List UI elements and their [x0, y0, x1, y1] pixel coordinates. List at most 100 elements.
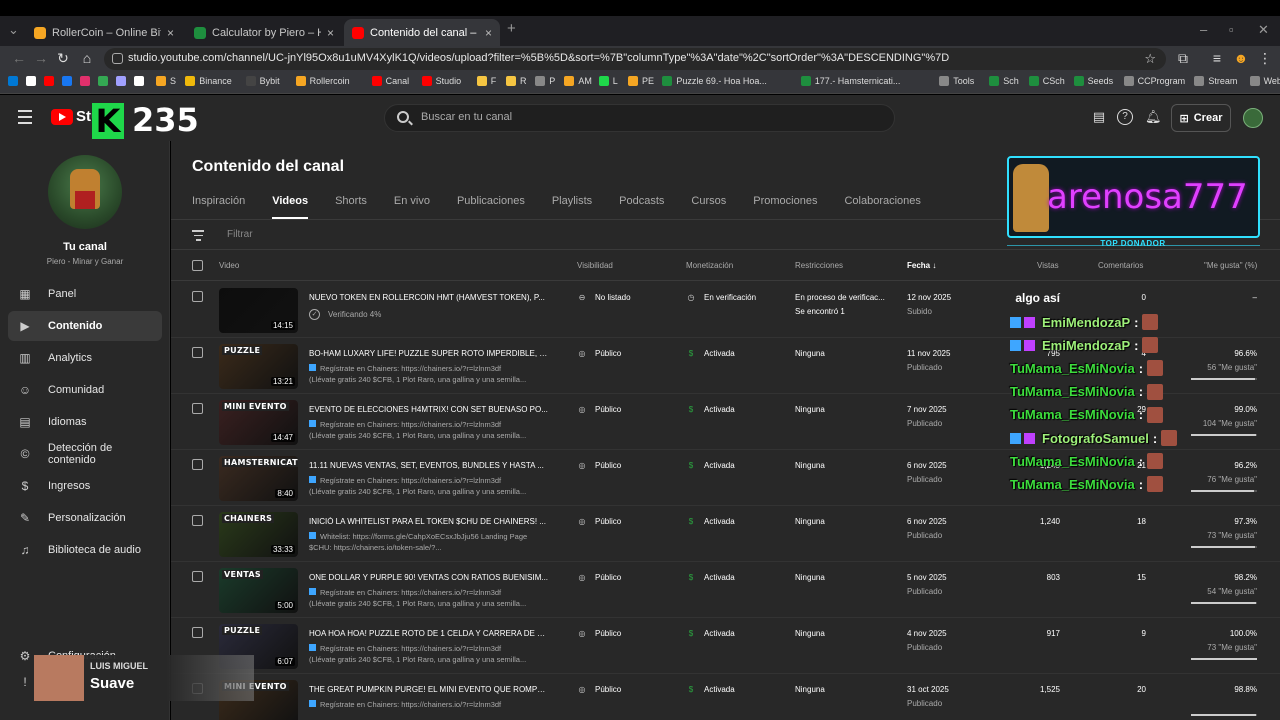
- row-checkbox[interactable]: [192, 627, 203, 638]
- sidebar-item-analytics[interactable]: ▥ Analytics: [8, 343, 162, 373]
- sidebar-item-earn[interactable]: $ Ingresos: [8, 471, 162, 501]
- column-visibility[interactable]: Visibilidad: [577, 261, 613, 270]
- tab-inspiración[interactable]: Inspiración: [192, 195, 245, 217]
- row-checkbox[interactable]: [192, 515, 203, 526]
- filter-icon[interactable]: [192, 230, 204, 244]
- video-title[interactable]: EVENTO DE ELECCIONES H4MTRIX! CON SET BU…: [309, 405, 549, 414]
- video-title[interactable]: INICIÓ LA WHITELIST PARA EL TOKEN $CHU D…: [309, 517, 549, 526]
- close-tab-icon[interactable]: ×: [167, 26, 174, 40]
- video-row[interactable]: PUZZLE 6:07 HOA HOA HOA! PUZZLE ROTO DE 1 …: [171, 618, 1280, 674]
- video-thumbnail[interactable]: VENTAS 5:00: [219, 568, 298, 613]
- search-input[interactable]: [421, 111, 861, 123]
- row-checkbox[interactable]: [192, 459, 203, 470]
- bookmark-star-icon[interactable]: ☆: [1144, 51, 1156, 67]
- bookmark-item[interactable]: F: [476, 76, 496, 86]
- tab-shorts[interactable]: Shorts: [335, 195, 367, 217]
- restrictions-detail[interactable]: Se encontró 1: [795, 307, 845, 316]
- sidebar-item-copyright[interactable]: © Detección de contenido: [8, 439, 162, 469]
- bookmark-item[interactable]: Bybit: [245, 76, 280, 86]
- bookmark-item[interactable]: Web: [1249, 76, 1280, 86]
- menu-icon[interactable]: [18, 110, 32, 128]
- bookmark-item[interactable]: Puzzle 69.- Hoa Hoa...: [662, 76, 767, 86]
- bookmark-item[interactable]: Binance: [185, 76, 232, 86]
- monetization-cell[interactable]: $ Activada: [686, 629, 735, 638]
- video-title[interactable]: NUEVO TOKEN EN ROLLERCOIN HMT (HAMVEST T…: [309, 293, 549, 302]
- monetization-cell[interactable]: $ Activada: [686, 517, 735, 526]
- bookmark-facebook-icon[interactable]: [62, 76, 76, 86]
- bookmark-youtube-icon[interactable]: [44, 76, 58, 86]
- tab-publicaciones[interactable]: Publicaciones: [457, 195, 525, 217]
- bookmark-x-icon[interactable]: [134, 76, 148, 86]
- video-thumbnail[interactable]: MINI EVENTO 14:47: [219, 400, 298, 445]
- bookmark-item[interactable]: CSch: [1028, 76, 1065, 86]
- maximize-icon[interactable]: ▫: [1229, 22, 1234, 37]
- column-views[interactable]: Vistas: [1037, 261, 1059, 270]
- bookmark-item[interactable]: Seeds: [1073, 76, 1113, 86]
- bookmark-chatgpt-icon[interactable]: [26, 76, 40, 86]
- profile-extension-icon[interactable]: ☻: [1232, 50, 1250, 66]
- browser-tab-studio[interactable]: Contenido del canal – YouTube Studio ×: [344, 19, 500, 46]
- tab-podcasts[interactable]: Podcasts: [619, 195, 664, 217]
- create-button[interactable]: ⊞ Crear: [1171, 104, 1231, 132]
- tab-colaboraciones[interactable]: Colaboraciones: [844, 195, 920, 217]
- video-row[interactable]: VENTAS 5:00 ONE DOLLAR Y PURPLE 90! VENTAS…: [171, 562, 1280, 618]
- bookmark-item[interactable]: Sch: [989, 76, 1019, 86]
- bookmark-item[interactable]: PE: [628, 76, 654, 86]
- visibility-cell[interactable]: ◎ Público: [577, 685, 622, 694]
- account-avatar[interactable]: [1243, 108, 1263, 128]
- visibility-cell[interactable]: ◎ Público: [577, 573, 622, 582]
- video-row[interactable]: CHAINERS 33:33 INICIÓ LA WHITELIST PARA EL…: [171, 506, 1280, 562]
- filter-input[interactable]: [227, 229, 627, 240]
- bookmark-item[interactable]: Rollercoin: [295, 76, 350, 86]
- bookmark-app-icon[interactable]: [116, 76, 130, 86]
- bookmark-outlook-icon[interactable]: [8, 76, 22, 86]
- close-window-icon[interactable]: ✕: [1258, 22, 1269, 38]
- tab-en-vivo[interactable]: En vivo: [394, 195, 430, 217]
- sidebar-item-dashboard[interactable]: ▦ Panel: [8, 279, 162, 309]
- row-checkbox[interactable]: [192, 403, 203, 414]
- video-thumbnail[interactable]: 14:15: [219, 288, 298, 333]
- column-restrictions[interactable]: Restricciones: [795, 261, 843, 270]
- bookmark-item[interactable]: S: [156, 76, 176, 86]
- bookmark-item[interactable]: Studio: [421, 76, 461, 86]
- video-title[interactable]: ONE DOLLAR Y PURPLE 90! VENTAS CON RATIO…: [309, 573, 549, 582]
- site-info-icon[interactable]: [112, 53, 123, 64]
- tab-cursos[interactable]: Cursos: [691, 195, 726, 217]
- bookmark-item[interactable]: AM: [564, 76, 592, 86]
- visibility-cell[interactable]: ◎ Público: [577, 517, 622, 526]
- url-input[interactable]: studio.youtube.com/channel/UC-jnYl95Ox8u…: [104, 48, 1166, 70]
- sidebar-item-content[interactable]: ▶ Contenido: [8, 311, 162, 341]
- video-thumbnail[interactable]: PUZZLE 13:21: [219, 344, 298, 389]
- media-icon[interactable]: ≡: [1208, 50, 1226, 66]
- bookmark-item[interactable]: Stream: [1194, 76, 1237, 86]
- monetization-cell[interactable]: $ Activada: [686, 349, 735, 358]
- row-checkbox[interactable]: [192, 347, 203, 358]
- browser-tab-rollercoin[interactable]: RollerCoin – Online Bitcoin Mining ×: [26, 19, 182, 46]
- bookmark-item[interactable]: Canal: [371, 76, 409, 86]
- new-tab-icon[interactable]: +: [507, 20, 516, 37]
- video-thumbnail[interactable]: HAMSTERNICATION 8:40: [219, 456, 298, 501]
- monetization-cell[interactable]: $ Activada: [686, 573, 735, 582]
- home-icon[interactable]: ⌂: [78, 50, 96, 66]
- column-comments[interactable]: Comentarios: [1098, 261, 1143, 270]
- monetization-cell[interactable]: $ Activada: [686, 685, 735, 694]
- video-title[interactable]: BO-HAM LUXARY LIFE! PUZZLE SUPER ROTO IM…: [309, 349, 549, 358]
- video-title[interactable]: HOA HOA HOA! PUZZLE ROTO DE 1 CELDA Y CA…: [309, 629, 549, 638]
- browser-tab-sheets[interactable]: Calculator by Piero – Hojas de cálculo ×: [186, 19, 342, 46]
- close-tab-icon[interactable]: ×: [485, 26, 492, 40]
- monetization-cell[interactable]: ◷ En verificación: [686, 293, 757, 302]
- channel-avatar[interactable]: [48, 155, 122, 229]
- row-checkbox[interactable]: [192, 571, 203, 582]
- browser-menu-icon[interactable]: ⋮: [1256, 50, 1274, 67]
- tab-promociones[interactable]: Promociones: [753, 195, 817, 217]
- visibility-cell[interactable]: ◎ Público: [577, 405, 622, 414]
- captions-icon[interactable]: ▤: [1091, 109, 1107, 125]
- video-title[interactable]: THE GREAT PUMPKIN PURGE! EL MINI EVENTO …: [309, 685, 549, 694]
- back-icon[interactable]: ←: [10, 50, 28, 66]
- sidebar-item-community[interactable]: ☺ Comunidad: [8, 375, 162, 405]
- bookmark-item[interactable]: 177.- Hamsternicati...: [800, 76, 900, 86]
- visibility-cell[interactable]: ⊖ No listado: [577, 293, 631, 302]
- bookmark-item[interactable]: L: [598, 76, 618, 86]
- help-icon[interactable]: ?: [1117, 109, 1133, 125]
- visibility-cell[interactable]: ◎ Público: [577, 629, 622, 638]
